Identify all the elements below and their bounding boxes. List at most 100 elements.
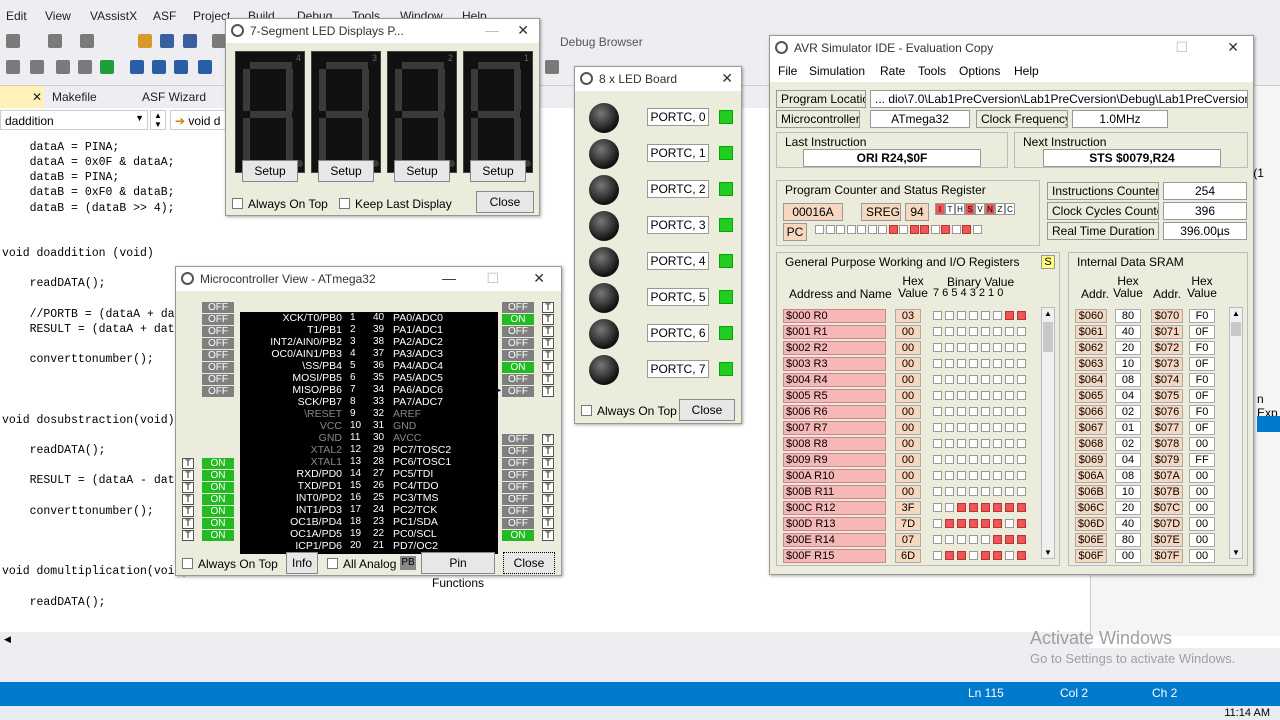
scroll-thumb[interactable]: [1043, 322, 1053, 352]
sram-value[interactable]: F0: [1189, 405, 1215, 419]
register-bit[interactable]: [945, 503, 954, 512]
led-port-label[interactable]: PORTC, 3: [647, 216, 709, 234]
register-bit[interactable]: [1005, 503, 1014, 512]
pin-state[interactable]: OFF: [502, 338, 534, 349]
memory-icon[interactable]: [545, 60, 559, 74]
pin-toggle[interactable]: T: [542, 518, 554, 529]
sram-value[interactable]: 00: [1189, 533, 1215, 547]
pin-state[interactable]: ON: [202, 458, 234, 469]
sram-value[interactable]: 40: [1115, 325, 1141, 339]
step-over-icon[interactable]: [152, 60, 166, 74]
chevron-down-icon[interactable]: ▼: [1232, 548, 1240, 557]
register-bit[interactable]: [981, 359, 990, 368]
tab-makefile[interactable]: Makefile: [44, 86, 105, 108]
led-port-label[interactable]: PORTC, 2: [647, 180, 709, 198]
register-bit[interactable]: [933, 439, 942, 448]
tab-asf-wizard[interactable]: ASF Wizard: [134, 86, 214, 108]
register-bit[interactable]: [981, 423, 990, 432]
register-bit[interactable]: [957, 327, 966, 336]
register-bit[interactable]: [933, 551, 942, 560]
seven-segment-titlebar[interactable]: 7-Segment LED Displays P... — ✕: [226, 19, 539, 43]
sram-value[interactable]: 02: [1115, 437, 1141, 451]
close-button[interactable]: Close: [679, 399, 735, 421]
register-bit[interactable]: [993, 311, 1002, 320]
pin-state[interactable]: OFF: [502, 518, 534, 529]
sram-value[interactable]: 00: [1189, 549, 1215, 563]
sram-value[interactable]: 0F: [1189, 357, 1215, 371]
pin-toggle[interactable]: T: [182, 458, 194, 469]
stop-icon[interactable]: [6, 60, 20, 74]
pin-toggle[interactable]: T: [542, 350, 554, 361]
pin-state[interactable]: OFF: [502, 326, 534, 337]
register-bit[interactable]: [1005, 407, 1014, 416]
register-bit[interactable]: [957, 519, 966, 528]
save-icon[interactable]: [160, 34, 174, 48]
register-bit[interactable]: [969, 343, 978, 352]
register-bit[interactable]: [1005, 519, 1014, 528]
register-bit[interactable]: [945, 535, 954, 544]
register-bit[interactable]: [957, 391, 966, 400]
register-bit[interactable]: [969, 471, 978, 480]
gp-s-button[interactable]: S: [1041, 255, 1055, 269]
pin-state[interactable]: ON: [202, 482, 234, 493]
program-location-field[interactable]: ... dio\7.0\Lab1PreCversion\Lab1PreCvers…: [870, 90, 1248, 108]
pin-toggle[interactable]: T: [182, 530, 194, 541]
register-hex-value[interactable]: 00: [895, 469, 921, 483]
setup-button-4[interactable]: Setup: [242, 160, 298, 182]
register-bit[interactable]: [957, 311, 966, 320]
chevron-up-icon[interactable]: ▲: [1232, 309, 1240, 318]
pin-toggle[interactable]: T: [542, 362, 554, 373]
sram-value[interactable]: FF: [1189, 453, 1215, 467]
register-bit[interactable]: [969, 407, 978, 416]
pin-state[interactable]: OFF: [202, 314, 234, 325]
gp-scrollbar[interactable]: ▲ ▼: [1041, 307, 1055, 559]
register-bit[interactable]: [933, 327, 942, 336]
pin-toggle[interactable]: T: [542, 302, 554, 313]
register-bit[interactable]: [1017, 487, 1026, 496]
register-bit[interactable]: [969, 391, 978, 400]
pin-toggle[interactable]: T: [542, 530, 554, 541]
sram-value[interactable]: 00: [1189, 485, 1215, 499]
led-knob[interactable]: [589, 283, 619, 313]
info-button[interactable]: Info: [286, 552, 318, 574]
register-bit[interactable]: [933, 311, 942, 320]
menu-tools[interactable]: Tools: [918, 64, 946, 78]
led-knob[interactable]: [589, 355, 619, 385]
pin-state[interactable]: OFF: [502, 350, 534, 361]
sram-value[interactable]: 00: [1189, 437, 1215, 451]
pin-state[interactable]: OFF: [502, 446, 534, 457]
minimize-icon[interactable]: —: [485, 22, 499, 38]
start-debug-icon[interactable]: [100, 60, 114, 74]
vs-menu-vassistx[interactable]: VAssistX: [90, 9, 137, 23]
pause-icon[interactable]: [30, 60, 44, 74]
register-bit[interactable]: [993, 503, 1002, 512]
led-port-label[interactable]: PORTC, 4: [647, 252, 709, 270]
pin-toggle[interactable]: T: [542, 470, 554, 481]
mcu-titlebar[interactable]: Microcontroller View - ATmega32 — ☐ ✕: [176, 267, 561, 291]
register-bit[interactable]: [1005, 439, 1014, 448]
tab-active-file[interactable]: ✕: [0, 86, 44, 108]
sram-scrollbar[interactable]: ▲ ▼: [1229, 307, 1243, 559]
menu-simulation[interactable]: Simulation: [809, 64, 865, 78]
register-bit[interactable]: [1017, 327, 1026, 336]
register-bit[interactable]: [969, 439, 978, 448]
pane-tab-marker[interactable]: [1257, 416, 1280, 432]
menu-help[interactable]: Help: [1014, 64, 1039, 78]
menu-rate[interactable]: Rate: [880, 64, 905, 78]
register-bit[interactable]: [1017, 407, 1026, 416]
register-bit[interactable]: [1005, 487, 1014, 496]
register-bit[interactable]: [933, 391, 942, 400]
register-hex-value[interactable]: 00: [895, 357, 921, 371]
led-board-titlebar[interactable]: 8 x LED Board ✕: [575, 67, 741, 91]
setup-button-2[interactable]: Setup: [394, 160, 450, 182]
led-port-label[interactable]: PORTC, 0: [647, 108, 709, 126]
pin-state[interactable]: OFF: [202, 350, 234, 361]
sram-value[interactable]: F0: [1189, 341, 1215, 355]
register-bit[interactable]: [981, 535, 990, 544]
pin-state[interactable]: OFF: [502, 434, 534, 445]
scroll-thumb[interactable]: [1231, 322, 1241, 336]
register-bit[interactable]: [957, 343, 966, 352]
add-item-icon[interactable]: [80, 34, 94, 48]
sram-value[interactable]: 80: [1115, 533, 1141, 547]
pin-toggle[interactable]: T: [542, 494, 554, 505]
